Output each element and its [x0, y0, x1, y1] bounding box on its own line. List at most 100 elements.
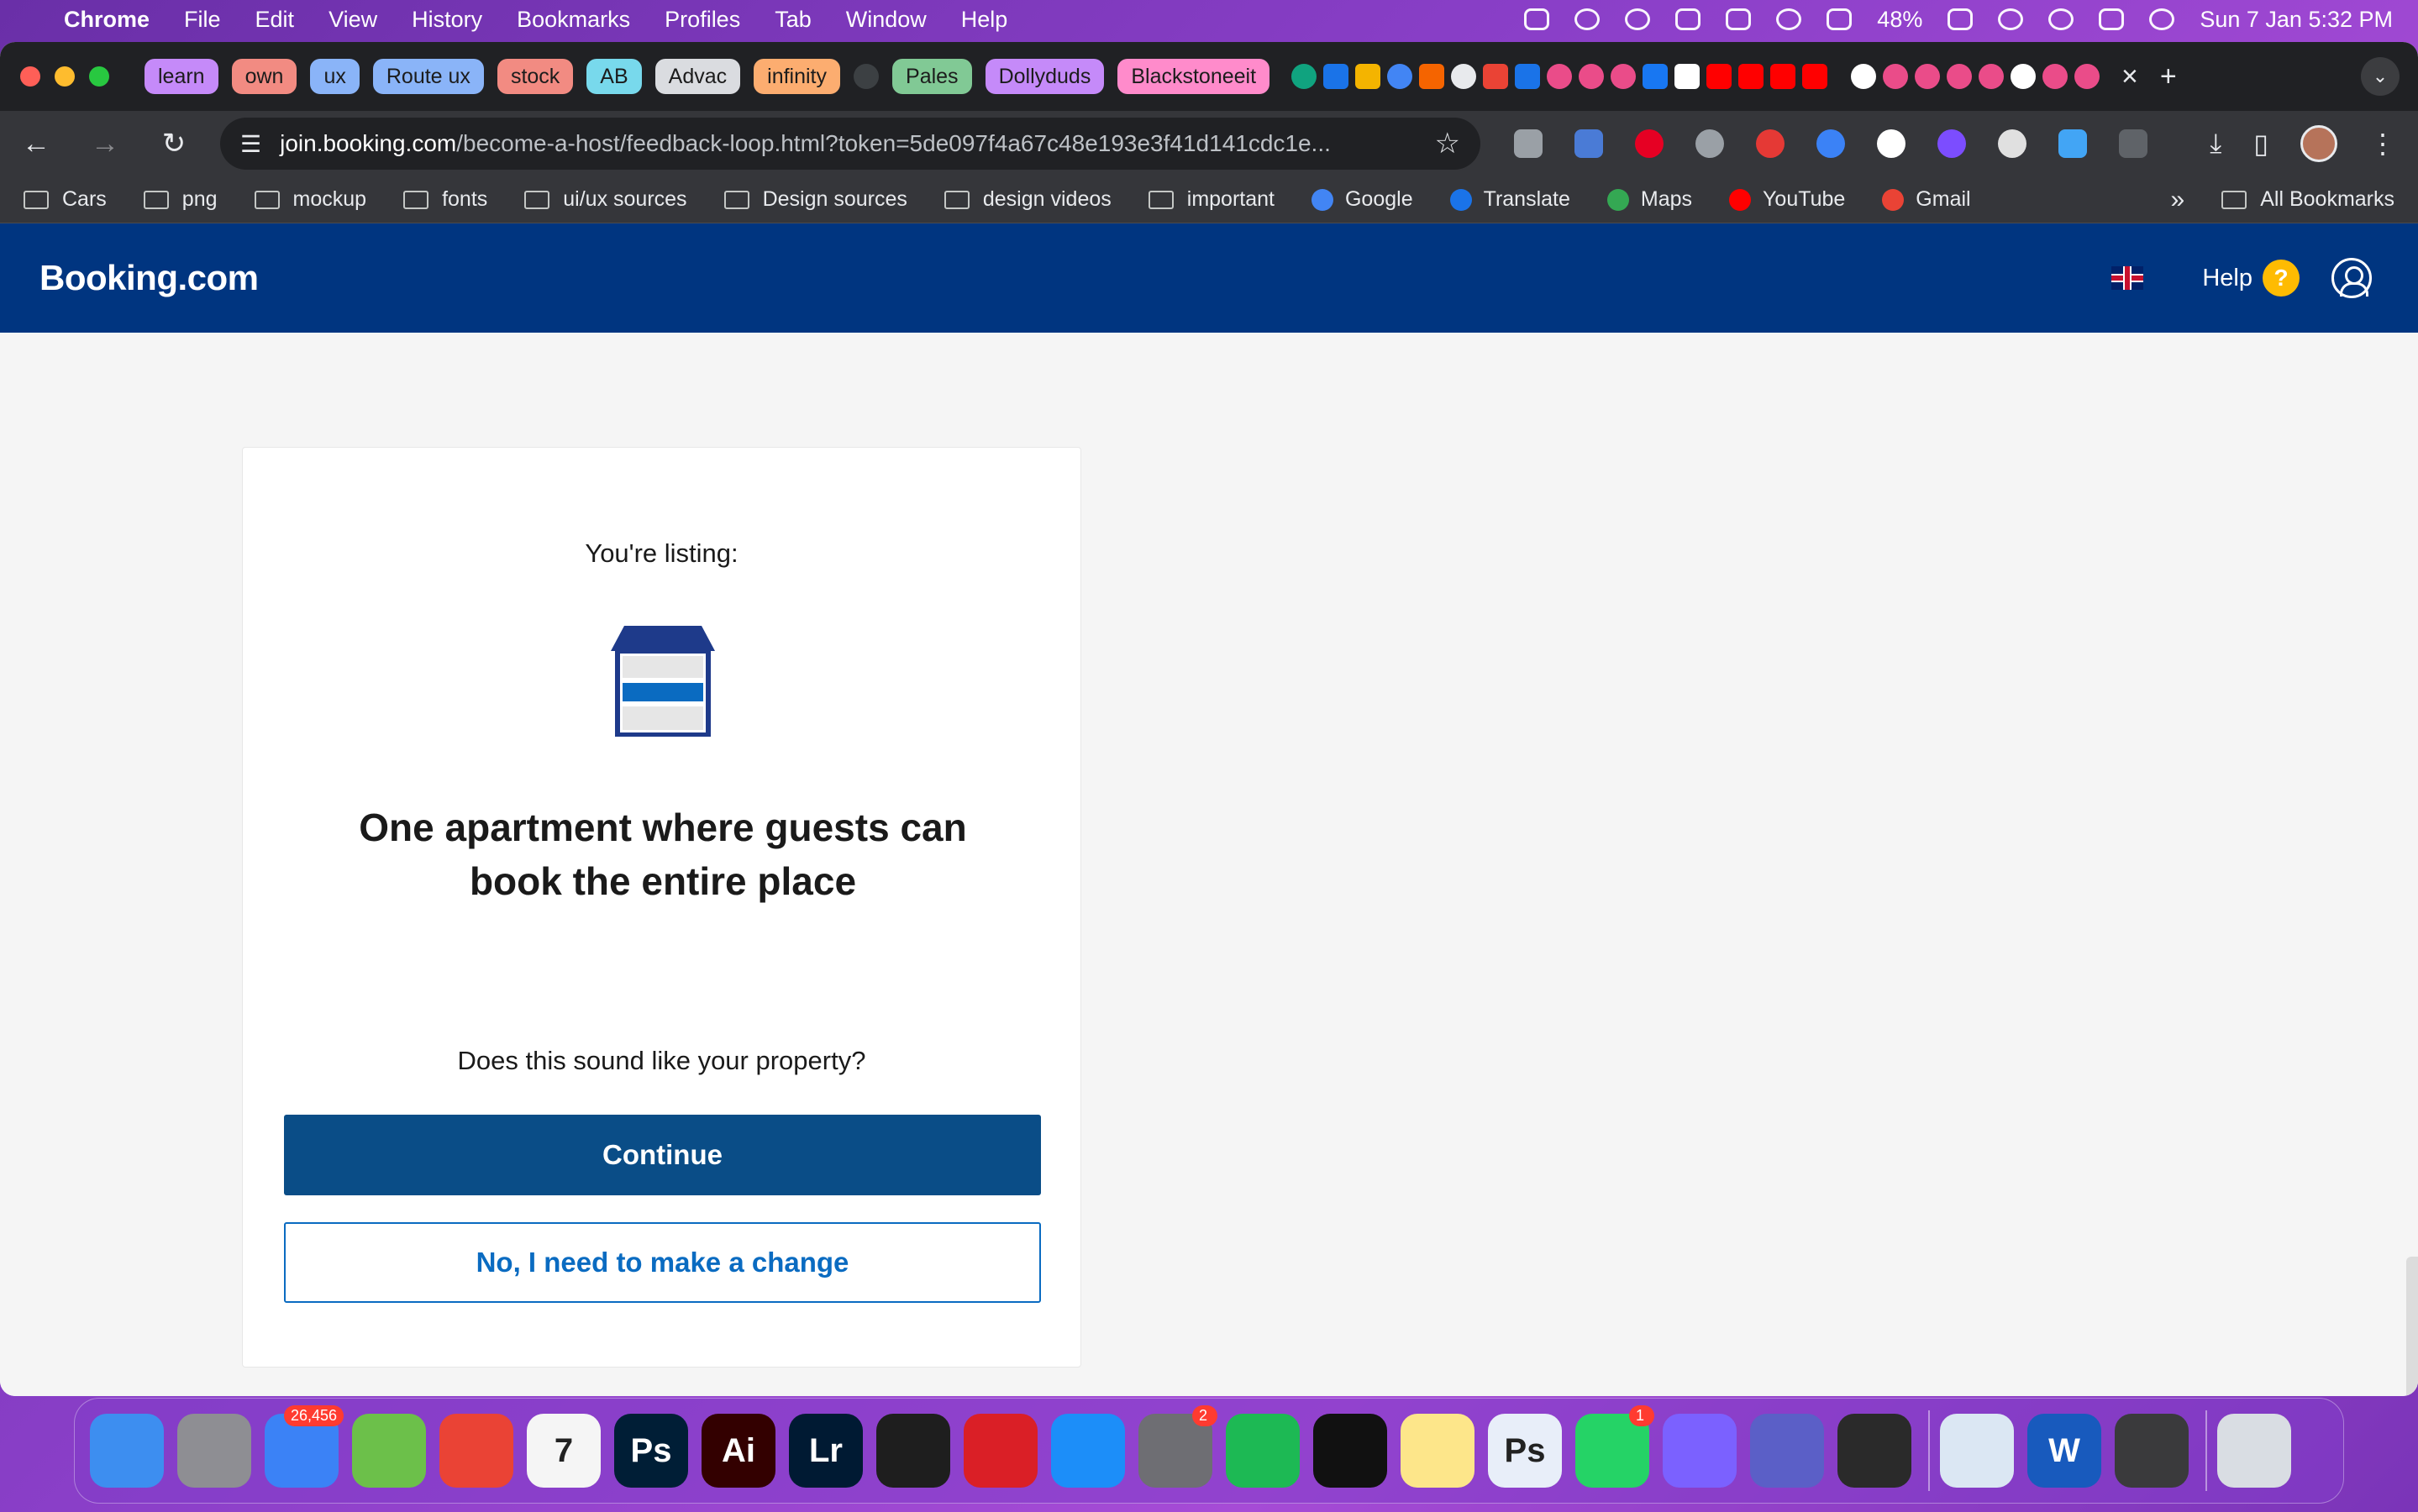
feedback-side-tab[interactable] [2406, 1257, 2418, 1396]
close-tab-icon[interactable]: × [2121, 60, 2138, 93]
lightroom-icon[interactable]: Lr [789, 1414, 863, 1488]
bookmark-gmail[interactable]: Gmail [1882, 187, 1971, 212]
tab-favicon[interactable] [1451, 64, 1477, 89]
notion-clipper-icon[interactable] [1877, 129, 1905, 158]
quicktime-icon[interactable] [1837, 1414, 1911, 1488]
bookmark-important[interactable]: important [1148, 187, 1275, 212]
finder-icon[interactable] [90, 1414, 164, 1488]
more-menu-icon[interactable]: ⋮ [2369, 128, 2396, 160]
tab-group-infinity[interactable]: infinity [754, 59, 841, 94]
tab-group-pales[interactable]: Pales [892, 59, 972, 94]
tab-favicon[interactable] [1291, 64, 1317, 89]
notion-icon[interactable] [1674, 64, 1700, 89]
menu-edit[interactable]: Edit [255, 7, 295, 33]
figma-icon[interactable] [876, 1414, 950, 1488]
google-icon[interactable] [2011, 64, 2037, 89]
menu-help[interactable]: Help [961, 7, 1008, 33]
search-tab-icon[interactable] [854, 64, 880, 89]
forward-arrow-icon[interactable]: → [91, 128, 119, 160]
tab-favicon[interactable] [1323, 64, 1349, 89]
tab-group-blackstoneeit[interactable]: Blackstoneeit [1117, 59, 1270, 94]
shazam-icon[interactable] [1816, 129, 1845, 158]
youtube-icon[interactable] [1770, 64, 1796, 89]
tab-group-learn[interactable]: learn [145, 59, 218, 94]
bookmark-ui-ux-sources[interactable]: ui/ux sources [524, 187, 687, 212]
tab-group-route-ux[interactable]: Route ux [372, 59, 484, 94]
launchpad-icon[interactable] [177, 1414, 251, 1488]
help-question-icon[interactable]: ? [2263, 260, 2300, 297]
tab-group-ab[interactable]: AB [586, 59, 642, 94]
photoshop-alt-icon[interactable]: Ps [1488, 1414, 1562, 1488]
bookmark-fonts[interactable]: fonts [403, 187, 487, 212]
calendar-icon[interactable]: 7 [527, 1414, 601, 1488]
calculator-icon[interactable] [2115, 1414, 2189, 1488]
creative-cloud-icon[interactable] [964, 1414, 1038, 1488]
side-panel-icon[interactable]: ▯ [2253, 128, 2268, 160]
dribbble-icon[interactable] [1547, 64, 1573, 89]
mail-icon[interactable]: 26,456 [265, 1405, 344, 1488]
dribbble-icon[interactable] [2042, 64, 2068, 89]
keyboard-icon[interactable] [1726, 8, 1752, 30]
cloud-sync-icon[interactable] [1574, 8, 1601, 30]
app-store-icon[interactable] [1051, 1414, 1125, 1488]
tab-favicon[interactable] [1515, 64, 1541, 89]
bookmark-translate[interactable]: Translate [1449, 187, 1570, 212]
bookmark-cars[interactable]: Cars [24, 187, 107, 212]
preview-icon[interactable] [1940, 1414, 2014, 1488]
help-link[interactable]: Help [2202, 265, 2252, 292]
zoom-window-button[interactable] [89, 66, 109, 87]
dribbble-icon[interactable] [1947, 64, 1973, 89]
uk-flag-icon[interactable] [2111, 266, 2144, 290]
tab-group-advac[interactable]: Advac [654, 59, 741, 94]
dribbble-icon[interactable] [1883, 64, 1909, 89]
bookmark-youtube[interactable]: YouTube [1729, 187, 1845, 212]
adblock-icon[interactable] [1756, 129, 1785, 158]
youtube-icon[interactable] [1802, 64, 1828, 89]
address-bar[interactable]: ☰ join.booking.com /become-a-host/feedba… [220, 118, 1480, 170]
dribbble-icon[interactable] [1915, 64, 1941, 89]
illustrator-icon[interactable]: Ai [702, 1414, 775, 1488]
spotify-icon[interactable] [1226, 1414, 1300, 1488]
trash-icon[interactable] [2217, 1414, 2291, 1488]
framer-icon[interactable] [1663, 1414, 1737, 1488]
input-source-icon[interactable] [1827, 8, 1853, 30]
tab-favicon[interactable] [1387, 64, 1413, 89]
arc-icon[interactable] [1313, 1414, 1387, 1488]
spotlight-search-icon[interactable] [2048, 8, 2074, 30]
download-extension-icon[interactable] [1514, 129, 1543, 158]
youtube-icon[interactable] [1738, 64, 1764, 89]
reload-icon[interactable]: ↻ [160, 127, 188, 160]
menu-tab[interactable]: Tab [775, 7, 812, 33]
airpods-icon[interactable] [1675, 8, 1701, 30]
tab-group-stock[interactable]: stock [497, 59, 574, 94]
tab-group-dollyduds[interactable]: Dollyduds [985, 59, 1105, 94]
tab-favicon[interactable] [1643, 64, 1669, 89]
menu-clock[interactable]: Sun 7 Jan 5:32 PM [2200, 7, 2393, 33]
cloud-extension-icon[interactable] [1695, 129, 1724, 158]
all-bookmarks[interactable]: All Bookmarks [2221, 187, 2394, 212]
tab-favicon[interactable] [1419, 64, 1445, 89]
bookmark-design-videos[interactable]: design videos [944, 187, 1112, 212]
tab-favicon[interactable] [1483, 64, 1509, 89]
notes-icon[interactable] [1401, 1414, 1474, 1488]
continue-button[interactable]: Continue [284, 1115, 1041, 1195]
dribbble-icon[interactable] [2074, 64, 2100, 89]
bookmark-star-icon[interactable]: ☆ [1435, 127, 1460, 160]
play-icon[interactable] [1776, 8, 1802, 30]
bookmark-maps[interactable]: Maps [1606, 187, 1692, 212]
photoshop-icon[interactable]: Ps [614, 1414, 688, 1488]
puzzle-extensions-icon[interactable] [2119, 129, 2147, 158]
bookmark-png[interactable]: png [143, 187, 218, 212]
maps-icon[interactable] [352, 1414, 426, 1488]
menu-history[interactable]: History [412, 7, 482, 33]
new-tab-icon[interactable]: + [2160, 60, 2177, 93]
tab-search-chevron-icon[interactable]: ⌄ [2361, 57, 2400, 96]
bookmark-design-sources[interactable]: Design sources [723, 187, 907, 212]
menu-app-name[interactable]: Chrome [64, 7, 150, 33]
wifi-icon[interactable] [1998, 8, 2024, 30]
battery-icon[interactable] [1948, 8, 1974, 30]
system-settings-icon[interactable]: 2 [1138, 1405, 1217, 1488]
back-arrow-icon[interactable]: ← [22, 128, 50, 160]
dribbble-icon[interactable] [1611, 64, 1637, 89]
close-window-button[interactable] [20, 66, 40, 87]
